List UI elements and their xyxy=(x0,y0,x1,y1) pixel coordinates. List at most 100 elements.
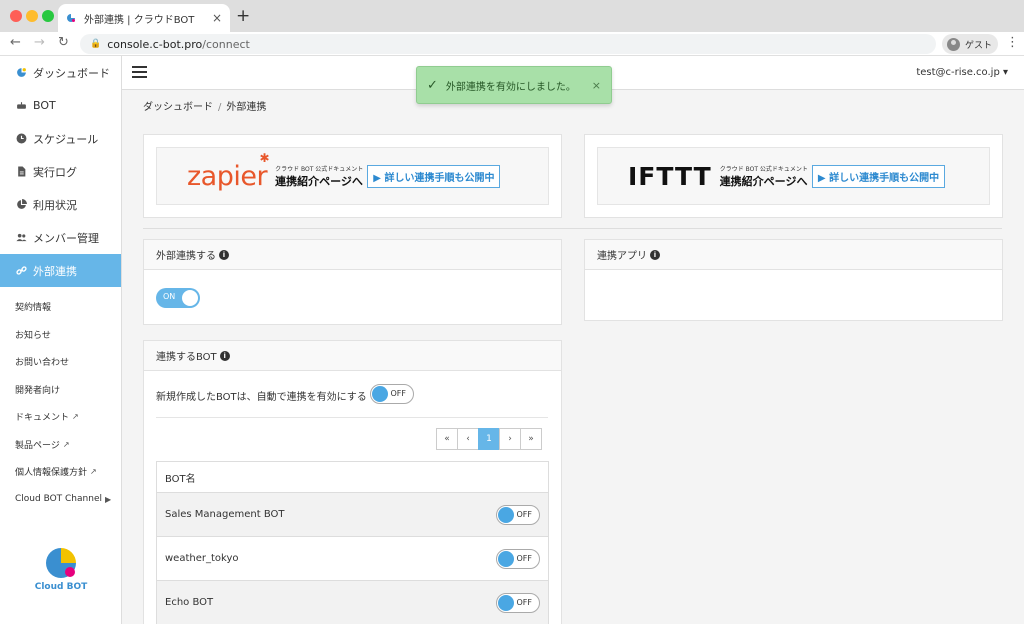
external-link-icon: ↗ xyxy=(90,467,97,477)
pagination: « ‹ 1 › » xyxy=(436,428,542,450)
sidebar-link-label: お問い合わせ xyxy=(15,358,70,369)
page-current-button[interactable]: 1 xyxy=(478,428,500,450)
browser-menu-icon[interactable]: ⋮ xyxy=(1006,35,1019,50)
cloudbot-logo: Cloud BOT xyxy=(34,546,88,594)
info-icon[interactable]: i xyxy=(219,350,230,361)
toggle-knob xyxy=(498,507,514,523)
sidebar-link-label: ドキュメント xyxy=(15,413,70,424)
table-row: Sales Management BOT OFF xyxy=(157,493,548,537)
lock-icon: 🔒 xyxy=(90,39,102,49)
forward-icon[interactable]: → xyxy=(34,35,45,50)
info-icon[interactable]: i xyxy=(650,249,660,260)
avatar-icon xyxy=(947,37,960,51)
toggle-label: OFF xyxy=(516,598,533,607)
sidebar-item-label: ダッシュボード xyxy=(33,66,110,80)
link-icon xyxy=(16,266,27,275)
breadcrumb-current: 外部連携 xyxy=(226,102,267,113)
sidebar-link-contract[interactable]: 契約情報 xyxy=(0,293,121,321)
toast-close-icon[interactable]: × xyxy=(592,79,601,92)
page-first-button[interactable]: « xyxy=(436,428,458,450)
sidebar-link-label: 個人情報保護方針 xyxy=(15,468,88,479)
sidebar-item-label: 利用状況 xyxy=(33,198,77,212)
sidebar-link-contact[interactable]: お問い合わせ xyxy=(0,348,121,376)
sidebar-link-documents[interactable]: ドキュメント ↗ xyxy=(0,403,121,431)
sidebar-link-label: 開発者向け xyxy=(15,385,61,396)
bot-toggle[interactable]: OFF xyxy=(496,549,540,569)
profile-label: ゲスト xyxy=(965,40,993,51)
reload-icon[interactable]: ↻ xyxy=(58,35,69,50)
cloudbot-logo-icon xyxy=(46,548,76,578)
toggle-label: OFF xyxy=(516,510,533,519)
info-icon[interactable]: i xyxy=(219,249,229,260)
browser-tab[interactable]: 外部連携 | クラウドBOT × xyxy=(58,4,230,32)
bot-name: Echo BOT xyxy=(165,597,214,608)
new-tab-button[interactable]: + xyxy=(236,6,250,26)
ifttt-card: IFTTT クラウド BOT 公式ドキュメント 連携紹介ページへ ▶ 詳しい連携… xyxy=(584,134,1003,218)
cloudbot-logo-icon xyxy=(17,68,26,77)
sidebar-item-dashboard[interactable]: ダッシュボード xyxy=(0,56,121,89)
sidebar-link-product[interactable]: 製品ページ ↗ xyxy=(0,431,121,459)
sidebar-link-label: お知らせ xyxy=(15,330,51,341)
clock-icon xyxy=(16,133,27,144)
card-title: 連携アプリ xyxy=(597,251,647,262)
sidebar-item-schedule[interactable]: スケジュール xyxy=(0,122,121,155)
tab-close-icon[interactable]: × xyxy=(212,11,222,25)
youtube-icon: ▶ xyxy=(104,494,112,504)
maximize-window-button[interactable] xyxy=(42,10,54,22)
sidebar-item-bot[interactable]: BOT xyxy=(0,89,121,122)
banner-title: 連携紹介ページへ xyxy=(275,174,363,188)
cloudbot-favicon-icon xyxy=(67,14,75,22)
external-link-icon: ↗ xyxy=(72,412,79,422)
user-menu[interactable]: test@c-rise.co.jp ▾ xyxy=(916,67,1008,78)
browser-tab-bar: 外部連携 | クラウドBOT × + xyxy=(0,0,1024,32)
zapier-banner[interactable]: zapier ✱ クラウド BOT 公式ドキュメント 連携紹介ページへ ▶ 詳しい… xyxy=(156,147,549,205)
auto-enable-row: 新規作成したBOTは、自動で連携を有効にする xyxy=(156,384,367,403)
toggle-label: OFF xyxy=(516,554,533,563)
table-row: Echo BOT OFF xyxy=(157,581,548,624)
integration-card: 外部連携する i ON xyxy=(143,239,562,325)
ifttt-logo: IFTTT xyxy=(628,161,712,191)
auto-enable-label: 新規作成したBOTは、自動で連携を有効にする xyxy=(156,392,367,403)
asterisk-icon: ✱ xyxy=(259,150,270,165)
sidebar-item-label: メンバー管理 xyxy=(33,231,99,245)
toggle-label: OFF xyxy=(390,389,407,398)
sidebar-item-logs[interactable]: 実行ログ xyxy=(0,155,121,188)
zapier-details-button[interactable]: ▶ 詳しい連携手順も公開中 xyxy=(367,164,501,188)
sidebar-link-channel[interactable]: Cloud BOT Channel ▶ xyxy=(0,486,121,514)
ifttt-details-button[interactable]: ▶ 詳しい連携手順も公開中 xyxy=(811,164,946,188)
banner-title: 連携紹介ページへ xyxy=(719,174,808,188)
integration-toggle[interactable]: ON xyxy=(156,288,200,308)
url-path: /connect xyxy=(202,37,250,51)
table-row: weather_tokyo OFF xyxy=(157,537,548,581)
bot-toggle[interactable]: OFF xyxy=(496,505,540,525)
browser-toolbar: ← → ↻ 🔒 console.c-bot.pro/connect ゲスト ⋮ xyxy=(0,32,1024,56)
sidebar-item-members[interactable]: メンバー管理 xyxy=(0,221,121,254)
banner-text: クラウド BOT 公式ドキュメント 連携紹介ページへ xyxy=(720,164,808,189)
sidebar: ダッシュボード BOT スケジュール 実行ログ 利用状況 メンバー管理 外部連携… xyxy=(0,56,122,624)
breadcrumb-home[interactable]: ダッシュボード xyxy=(143,102,213,113)
address-bar[interactable]: 🔒 console.c-bot.pro/connect xyxy=(80,34,936,54)
sidebar-link-developers[interactable]: 開発者向け xyxy=(0,376,121,404)
sidebar-link-news[interactable]: お知らせ xyxy=(0,321,121,349)
profile-button[interactable]: ゲスト xyxy=(942,34,998,54)
back-icon[interactable]: ← xyxy=(10,35,21,50)
bot-name: weather_tokyo xyxy=(165,553,239,564)
sidebar-item-label: BOT xyxy=(33,99,56,112)
page-last-button[interactable]: » xyxy=(520,428,542,450)
sidebar-item-usage[interactable]: 利用状況 xyxy=(0,188,121,221)
bot-toggle[interactable]: OFF xyxy=(496,593,540,613)
toggle-knob xyxy=(372,386,388,402)
url-host: console.c-bot.pro xyxy=(107,37,203,51)
minimize-window-button[interactable] xyxy=(26,10,38,22)
users-icon xyxy=(16,233,27,242)
card-header: 連携アプリ i xyxy=(585,240,1002,270)
ifttt-banner[interactable]: IFTTT クラウド BOT 公式ドキュメント 連携紹介ページへ ▶ 詳しい連携… xyxy=(597,147,990,205)
close-window-button[interactable] xyxy=(10,10,22,22)
sidebar-link-privacy[interactable]: 個人情報保護方針 ↗ xyxy=(0,458,121,486)
page-prev-button[interactable]: ‹ xyxy=(457,428,479,450)
hamburger-menu-icon[interactable] xyxy=(132,66,147,78)
sidebar-item-integration[interactable]: 外部連携 xyxy=(0,254,121,287)
banner-subtitle: クラウド BOT 公式ドキュメント xyxy=(719,165,808,173)
page-next-button[interactable]: › xyxy=(499,428,521,450)
auto-enable-toggle[interactable]: OFF xyxy=(370,384,414,404)
